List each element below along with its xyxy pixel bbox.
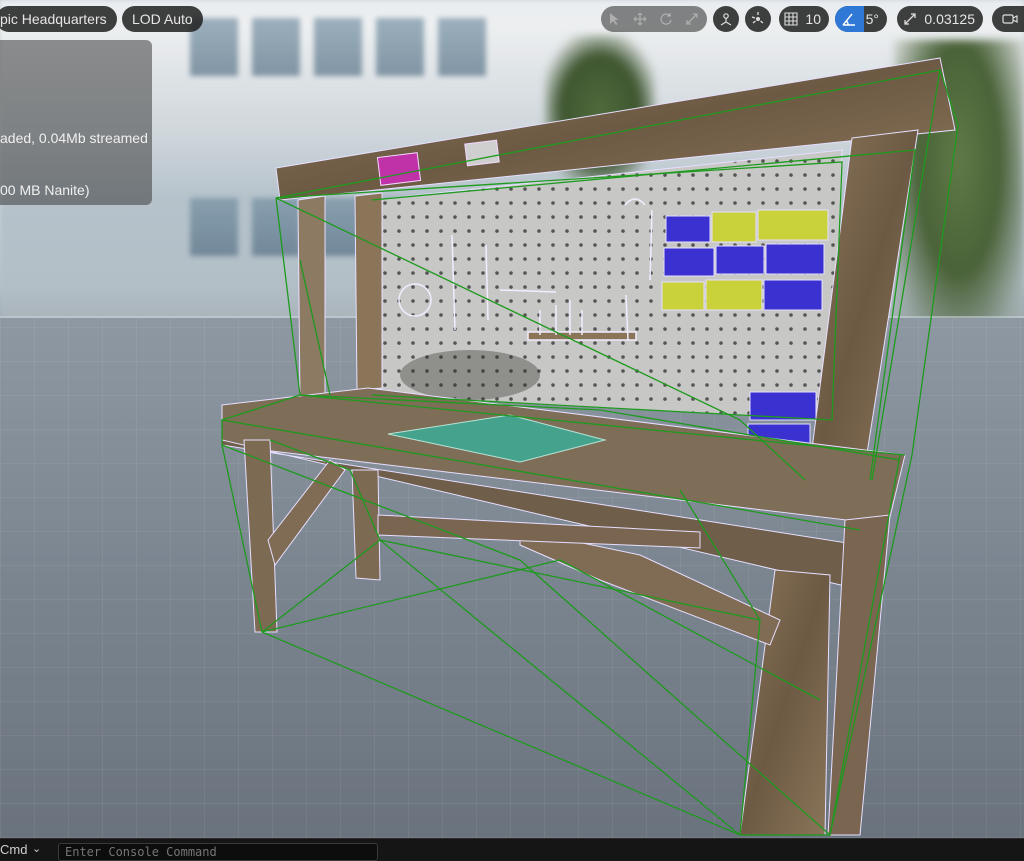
grid-icon (779, 6, 803, 32)
sign-pink (376, 152, 422, 186)
workbench-mesh[interactable] (0, 0, 1024, 838)
translate-icon[interactable] (627, 6, 653, 32)
stats-streamed-text: aded, 0.04Mb streamed (0, 130, 148, 146)
view-mode-label: pic Headquarters (0, 11, 107, 27)
level-viewport[interactable]: aded, 0.04Mb streamed 00 MB Nanite) pic … (0, 0, 1024, 838)
back-left-leg (351, 469, 381, 581)
stats-overlay: aded, 0.04Mb streamed 00 MB Nanite) (0, 40, 152, 205)
scale-snap-value: 0.03125 (924, 11, 975, 27)
camera-icon[interactable] (992, 6, 1024, 32)
stats-nanite-text: 00 MB Nanite) (0, 182, 90, 198)
transform-tools (601, 6, 707, 32)
rotation-snap-button[interactable]: 5° (835, 6, 887, 32)
lod-label: LOD Auto (132, 11, 193, 27)
scale-snap-button[interactable]: 0.03125 (897, 6, 983, 32)
scale-icon[interactable] (679, 6, 705, 32)
grid-snap-button[interactable]: 10 (779, 6, 829, 32)
select-icon[interactable] (601, 6, 627, 32)
pegboard-grime (400, 350, 540, 400)
rotation-snap-value: 5° (865, 11, 879, 27)
cmd-label[interactable]: Cmd (0, 842, 27, 857)
scale-snap-icon (897, 6, 922, 32)
chevron-down-icon[interactable]: ⌄ (32, 842, 41, 855)
left-back-post (297, 195, 326, 401)
console-command-input[interactable] (58, 843, 378, 861)
surface-snap-icon[interactable] (745, 6, 771, 32)
angle-snap-icon (835, 6, 864, 32)
left-front-post (354, 192, 383, 391)
view-mode-button[interactable]: pic Headquarters (0, 6, 117, 32)
world-space-icon[interactable] (713, 6, 739, 32)
console-bar: Cmd ⌄ (0, 838, 1024, 861)
sign-white (464, 139, 500, 167)
grid-snap-value: 10 (805, 11, 821, 27)
lod-button[interactable]: LOD Auto (122, 6, 203, 32)
rotate-icon[interactable] (653, 6, 679, 32)
left-brace (267, 459, 346, 567)
